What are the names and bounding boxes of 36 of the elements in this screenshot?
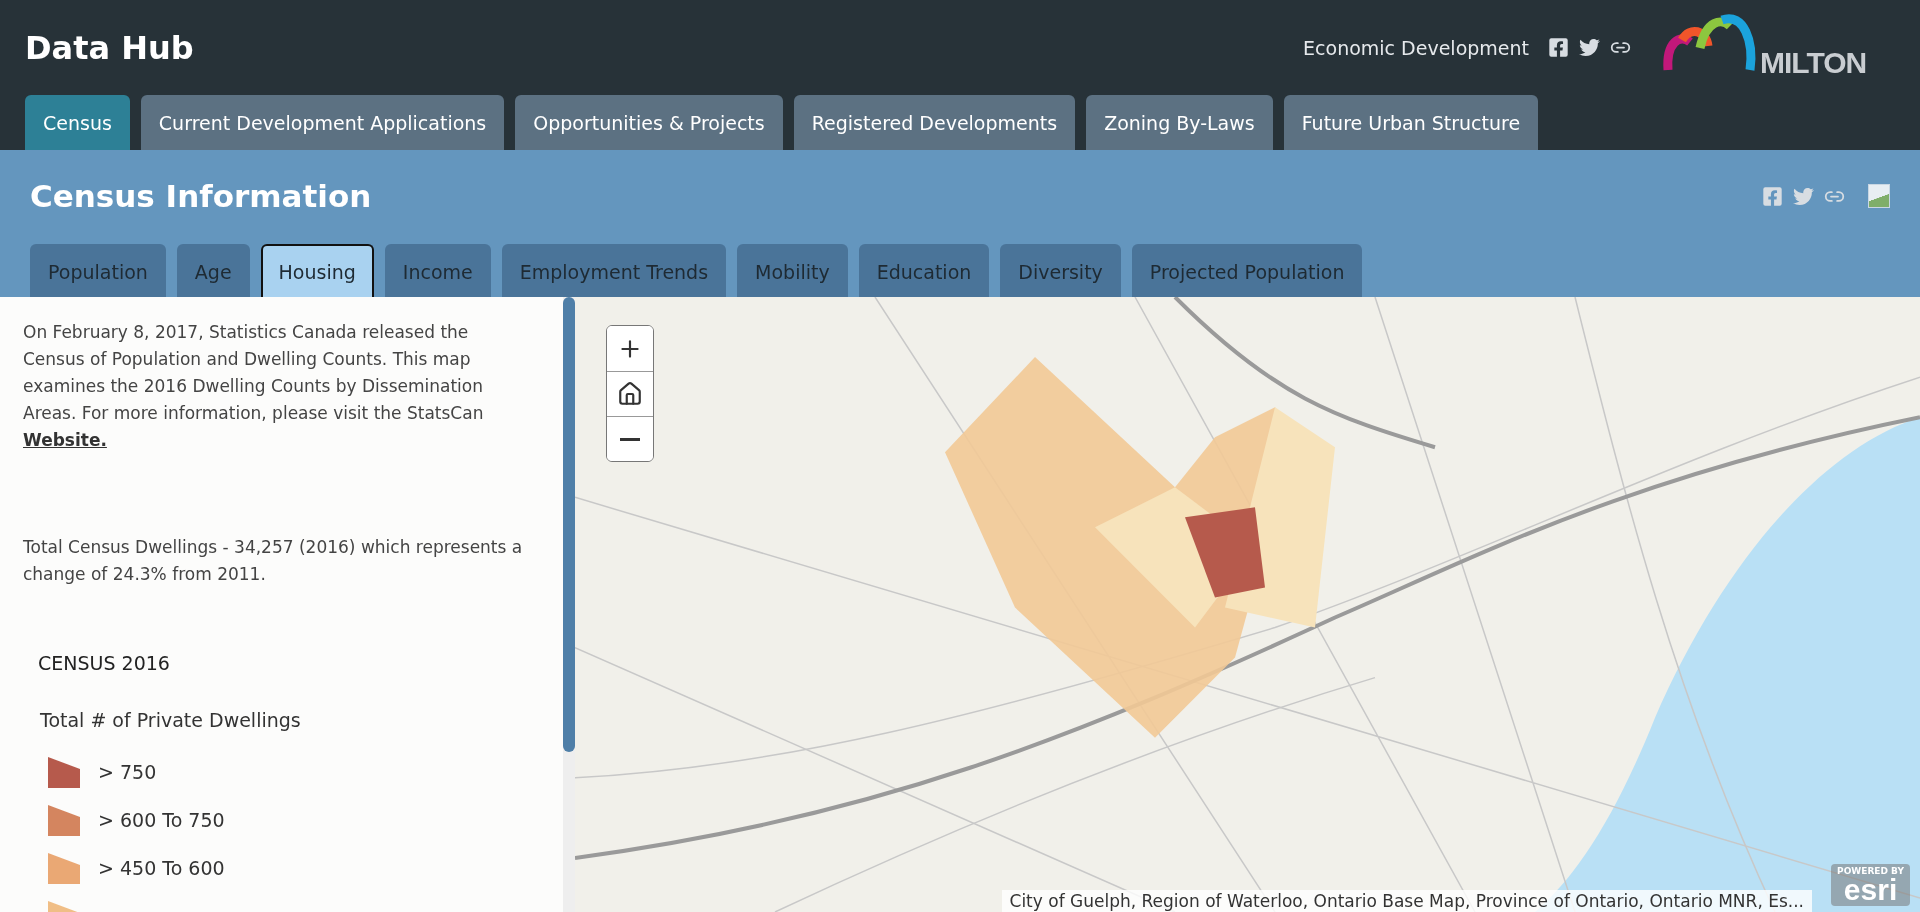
sub-tab[interactable]: Population — [30, 244, 166, 297]
app-title: Data Hub — [25, 28, 195, 67]
intro-paragraph: On February 8, 2017, Statistics Canada released the Census of Population and Dwelling Counts. This map examines the 2016 Dwelling Counts by Dissemination Areas. For more information, please visit the StatsCan Website. — [23, 321, 485, 452]
legend-subtitle: Total # of Private Dwellings — [40, 708, 302, 733]
twitter-icon[interactable] — [1579, 37, 1600, 58]
esri-logo[interactable]: POWERED BY esri — [1831, 864, 1910, 906]
town-logo: MILTON — [1660, 7, 1890, 88]
sub-tab[interactable]: Housing — [260, 244, 374, 297]
legend-title: CENSUS 2016 — [38, 651, 171, 676]
section-title: Census Information — [30, 178, 373, 214]
scrollbar-thumb[interactable] — [563, 297, 575, 752]
sub-tab[interactable]: Education — [858, 244, 990, 297]
broken-image-icon — [1868, 184, 1890, 208]
sub-tab[interactable]: Age — [176, 244, 250, 297]
economic-development-link[interactable]: Economic Development — [1303, 36, 1529, 59]
main-tab[interactable]: Opportunities & Projects — [515, 95, 783, 150]
minus-icon — [620, 437, 640, 441]
legend-label: > 600 To 750 — [98, 807, 225, 833]
summary-text: Total Census Dwellings - 34,257 (2016) which represents a change of 24.3% from 2011. — [23, 536, 524, 586]
main-tab[interactable]: Registered Developments — [793, 95, 1076, 150]
facebook-icon[interactable] — [1548, 37, 1569, 58]
main-tab[interactable]: Zoning By-Laws — [1086, 95, 1273, 150]
legend-label: > 750 — [98, 759, 157, 785]
sub-tab[interactable]: Income — [384, 244, 491, 297]
legend-label: > 450 To 600 — [98, 855, 225, 881]
sub-tab[interactable]: Mobility — [737, 244, 848, 297]
sub-tab[interactable]: Diversity — [1000, 244, 1121, 297]
main-tab[interactable]: Census — [25, 95, 130, 150]
sub-tab[interactable]: Projected Population — [1131, 244, 1363, 297]
map-attribution: City of Guelph, Region of Waterloo, Ontario Base Map, Province of Ontario, Ontario MNR, Es... — [1001, 890, 1812, 912]
website-link[interactable]: Website. — [23, 430, 107, 450]
zoom-out-button[interactable] — [607, 416, 653, 461]
sub-tab[interactable]: Employment Trends — [501, 244, 727, 297]
main-tab[interactable]: Current Development Applications — [140, 95, 505, 150]
home-icon — [617, 381, 643, 407]
main-tab[interactable]: Future Urban Structure — [1283, 95, 1539, 150]
